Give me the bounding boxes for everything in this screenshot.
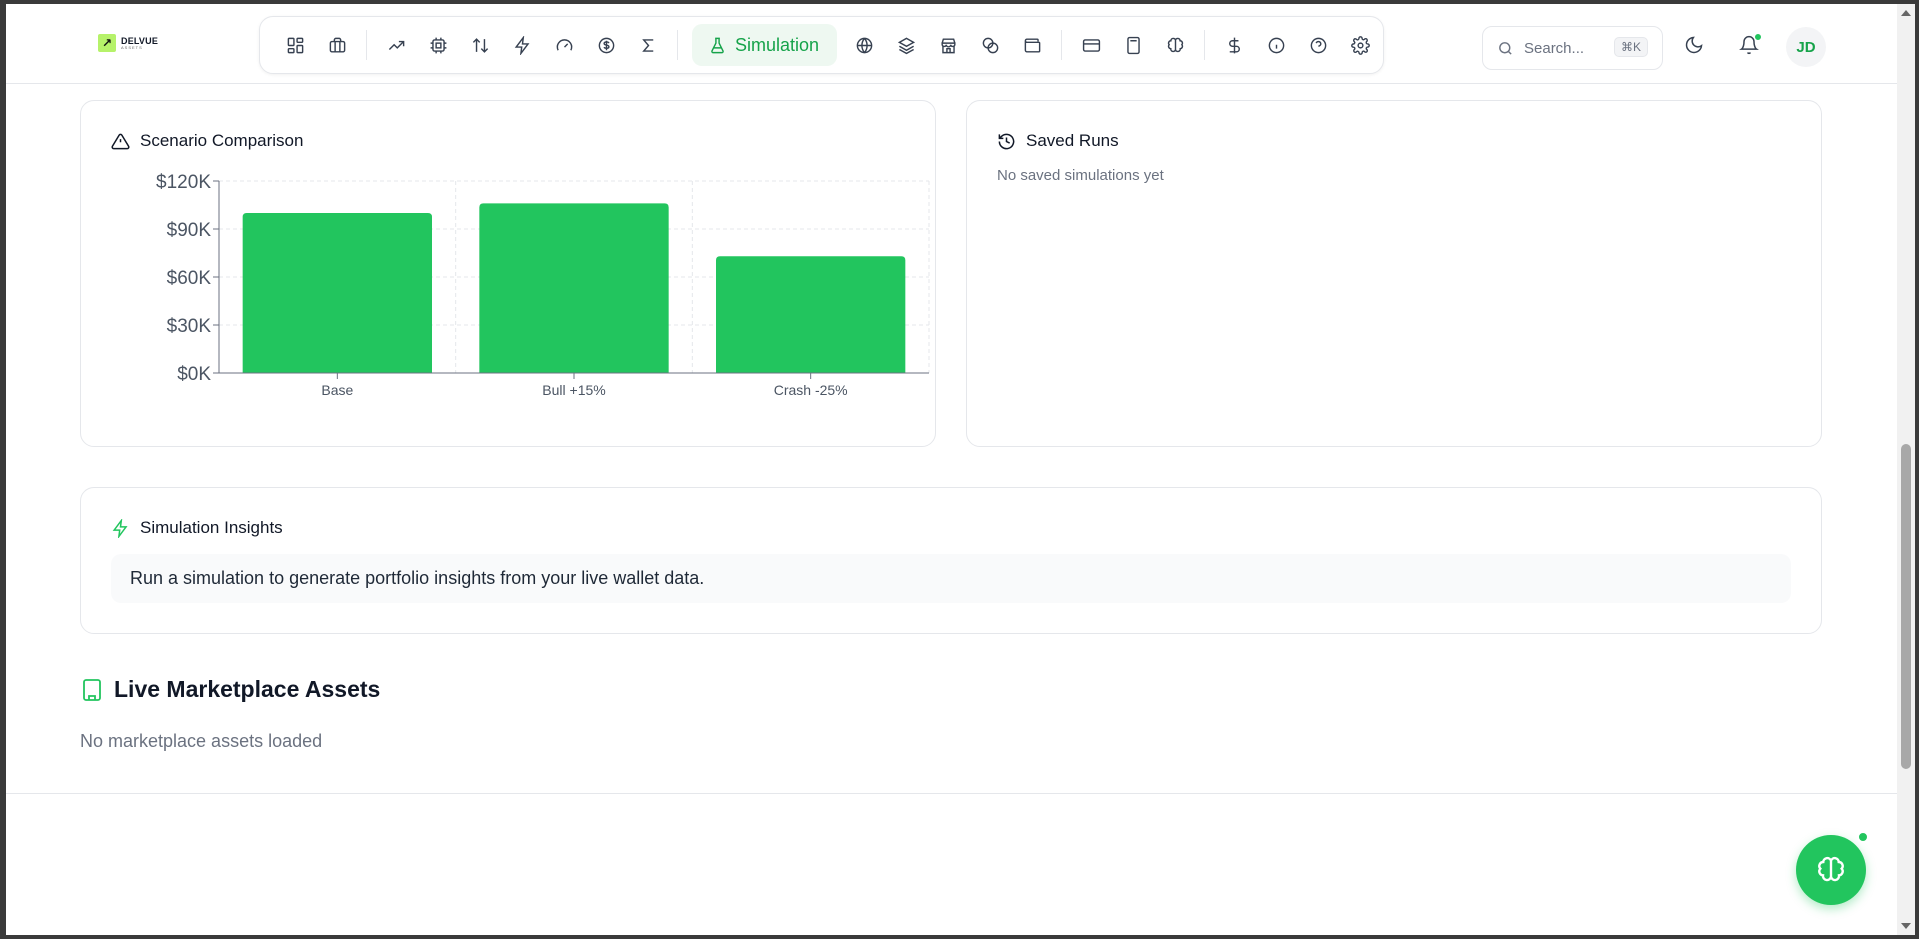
gauge-icon[interactable]: [543, 24, 585, 66]
toolbar-divider: [1204, 30, 1206, 60]
gear-icon[interactable]: [1339, 24, 1381, 66]
x-tick-label: Base: [321, 382, 353, 398]
scenario-bar-chart: $0K $30K $60K $90K $120K Base Bull +15% Crash -…: [111, 163, 931, 403]
scenario-card-title: Scenario Comparison: [111, 131, 303, 151]
brain-icon[interactable]: [1154, 24, 1196, 66]
moon-icon[interactable]: [1683, 34, 1705, 56]
main-toolbar: Simulation: [259, 16, 1384, 74]
simulation-tab[interactable]: Simulation: [692, 24, 838, 66]
help-icon[interactable]: [1297, 24, 1339, 66]
flask-icon: [711, 37, 724, 53]
building-icon: [83, 678, 101, 701]
arrows-up-down-icon[interactable]: [459, 24, 501, 66]
ai-status-dot: [1857, 831, 1869, 843]
dollar-circle-icon[interactable]: [585, 24, 627, 66]
simulation-insights-card: Simulation Insights Run a simulation to …: [80, 487, 1822, 634]
saved-runs-title-text: Saved Runs: [1026, 131, 1119, 150]
page-scrollbar[interactable]: [1897, 4, 1915, 935]
bar-0: [242, 213, 432, 373]
avatar[interactable]: JD: [1786, 27, 1826, 67]
marketplace-section-title: Live Marketplace Assets: [80, 676, 380, 703]
insights-title: Simulation Insights: [111, 518, 283, 538]
y-tick-label: $60K: [167, 268, 212, 289]
x-tick-label: Crash -25%: [774, 382, 848, 398]
search-icon: [1499, 41, 1512, 55]
search-shortcut: ⌘K: [1613, 37, 1648, 57]
marketplace-title-text: Live Marketplace Assets: [114, 676, 381, 702]
marketplace-empty: No marketplace assets loaded: [80, 731, 323, 751]
scroll-up-arrow[interactable]: [1901, 10, 1911, 16]
y-tick-label: $120K: [156, 172, 211, 193]
cpu-icon[interactable]: [417, 24, 459, 66]
footer-divider: [6, 793, 1897, 794]
y-tick-label: $90K: [167, 220, 212, 241]
credit-card-icon[interactable]: [1070, 24, 1112, 66]
coins-icon[interactable]: [969, 24, 1011, 66]
bell-icon[interactable]: [1738, 33, 1762, 56]
layers-icon[interactable]: [885, 24, 927, 66]
y-tick-label: $0K: [177, 364, 211, 385]
search-placeholder: Search...: [1524, 39, 1585, 57]
info-icon[interactable]: [1255, 24, 1297, 66]
notification-dot: [1754, 33, 1762, 41]
insights-title-text: Simulation Insights: [140, 518, 283, 537]
zap-icon: [112, 518, 128, 538]
globe-icon[interactable]: [843, 24, 885, 66]
zap-icon[interactable]: [501, 24, 543, 66]
top-header: ↗ DELVUE ASSETS Simulation Search... ⌘K …: [6, 4, 1897, 84]
wallet-icon[interactable]: [1011, 24, 1053, 66]
saved-runs-title: Saved Runs: [997, 131, 1119, 151]
history-icon: [998, 133, 1015, 149]
store-icon[interactable]: [927, 24, 969, 66]
sigma-icon[interactable]: [627, 24, 669, 66]
brand-logo[interactable]: ↗ DELVUE ASSETS: [98, 34, 158, 52]
warning-triangle-icon: [111, 133, 130, 149]
saved-runs-empty: No saved simulations yet: [997, 167, 1164, 184]
search-bar[interactable]: Search... ⌘K: [1482, 26, 1663, 70]
dashboard-icon[interactable]: [274, 24, 316, 66]
bar-chart-svg: $0K $30K $60K $90K $120K Base Bull +15% Crash -…: [156, 172, 930, 398]
toolbar-divider: [366, 30, 367, 60]
bar-1: [479, 203, 669, 373]
y-tick-label: $30K: [167, 316, 212, 337]
calculator-icon[interactable]: [1112, 24, 1154, 66]
toolbar-divider: [1061, 30, 1063, 60]
scroll-down-arrow[interactable]: [1901, 923, 1911, 929]
ai-assistant-button[interactable]: [1796, 835, 1866, 905]
trending-up-icon[interactable]: [375, 24, 417, 66]
toolbar-divider: [677, 30, 678, 60]
bar-2: [716, 256, 906, 373]
logo-arrow-icon: ↗: [98, 34, 116, 52]
scenario-title-text: Scenario Comparison: [140, 131, 304, 150]
scroll-thumb[interactable]: [1901, 444, 1911, 769]
brain-icon: [1818, 856, 1844, 882]
brand-tagline: ASSETS: [121, 44, 143, 50]
simulation-tab-label: Simulation: [735, 34, 820, 55]
saved-runs-card: Saved Runs No saved simulations yet: [966, 100, 1822, 447]
scenario-comparison-card: Scenario Comparison $0K $30K $60K $90K $120K…: [80, 100, 936, 447]
dollar-icon[interactable]: [1213, 24, 1255, 66]
briefcase-icon[interactable]: [316, 24, 358, 66]
insights-message: Run a simulation to generate portfolio i…: [111, 554, 1791, 603]
x-tick-label: Bull +15%: [542, 382, 605, 398]
